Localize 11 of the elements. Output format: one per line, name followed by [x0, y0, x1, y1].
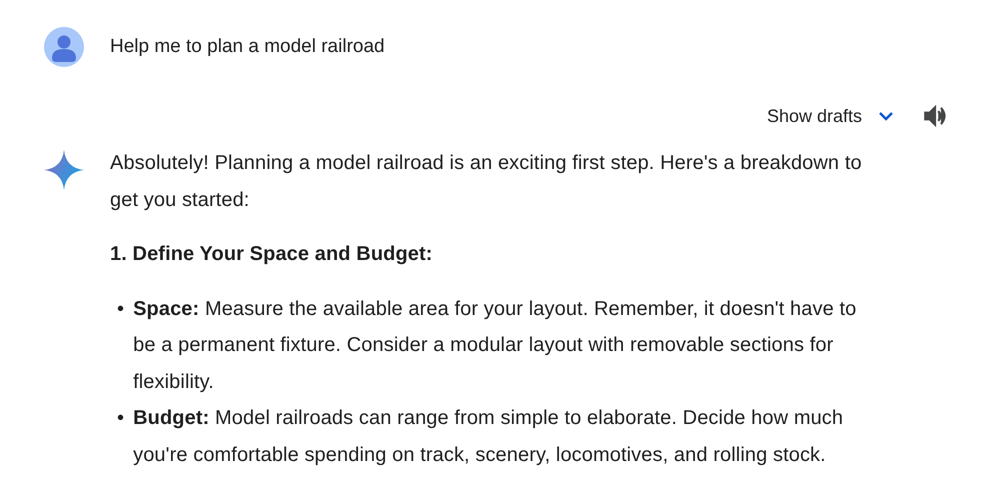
response-paragraph: Absolutely! Planning a model railroad is an exciting first step. Here's a breakdown to get you started: [110, 151, 863, 212]
bullet-item: Budget: Model railroads can range from simple to elaborate. Decide how much you're comfortable spending on track, scenery, locomotives, and rolling stock. [133, 406, 844, 468]
sparkle-icon [44, 150, 84, 190]
bullet-marker: • [117, 406, 124, 431]
bullet-item: Space: Measure the available area for your layout. Remember, it doesn't have to be a permanent fixture. Consider a modular layout with removable sections for flexibility. [133, 296, 858, 394]
prompt-text: Help me to plan a model railroad [110, 36, 385, 58]
section-heading: 1. Define Your Space and Budget: [110, 242, 434, 267]
show-drafts-button[interactable]: Show drafts [766, 106, 896, 126]
speaker-icon[interactable] [922, 103, 948, 129]
user-avatar-icon [44, 27, 84, 67]
bullet-marker: • [117, 296, 124, 322]
